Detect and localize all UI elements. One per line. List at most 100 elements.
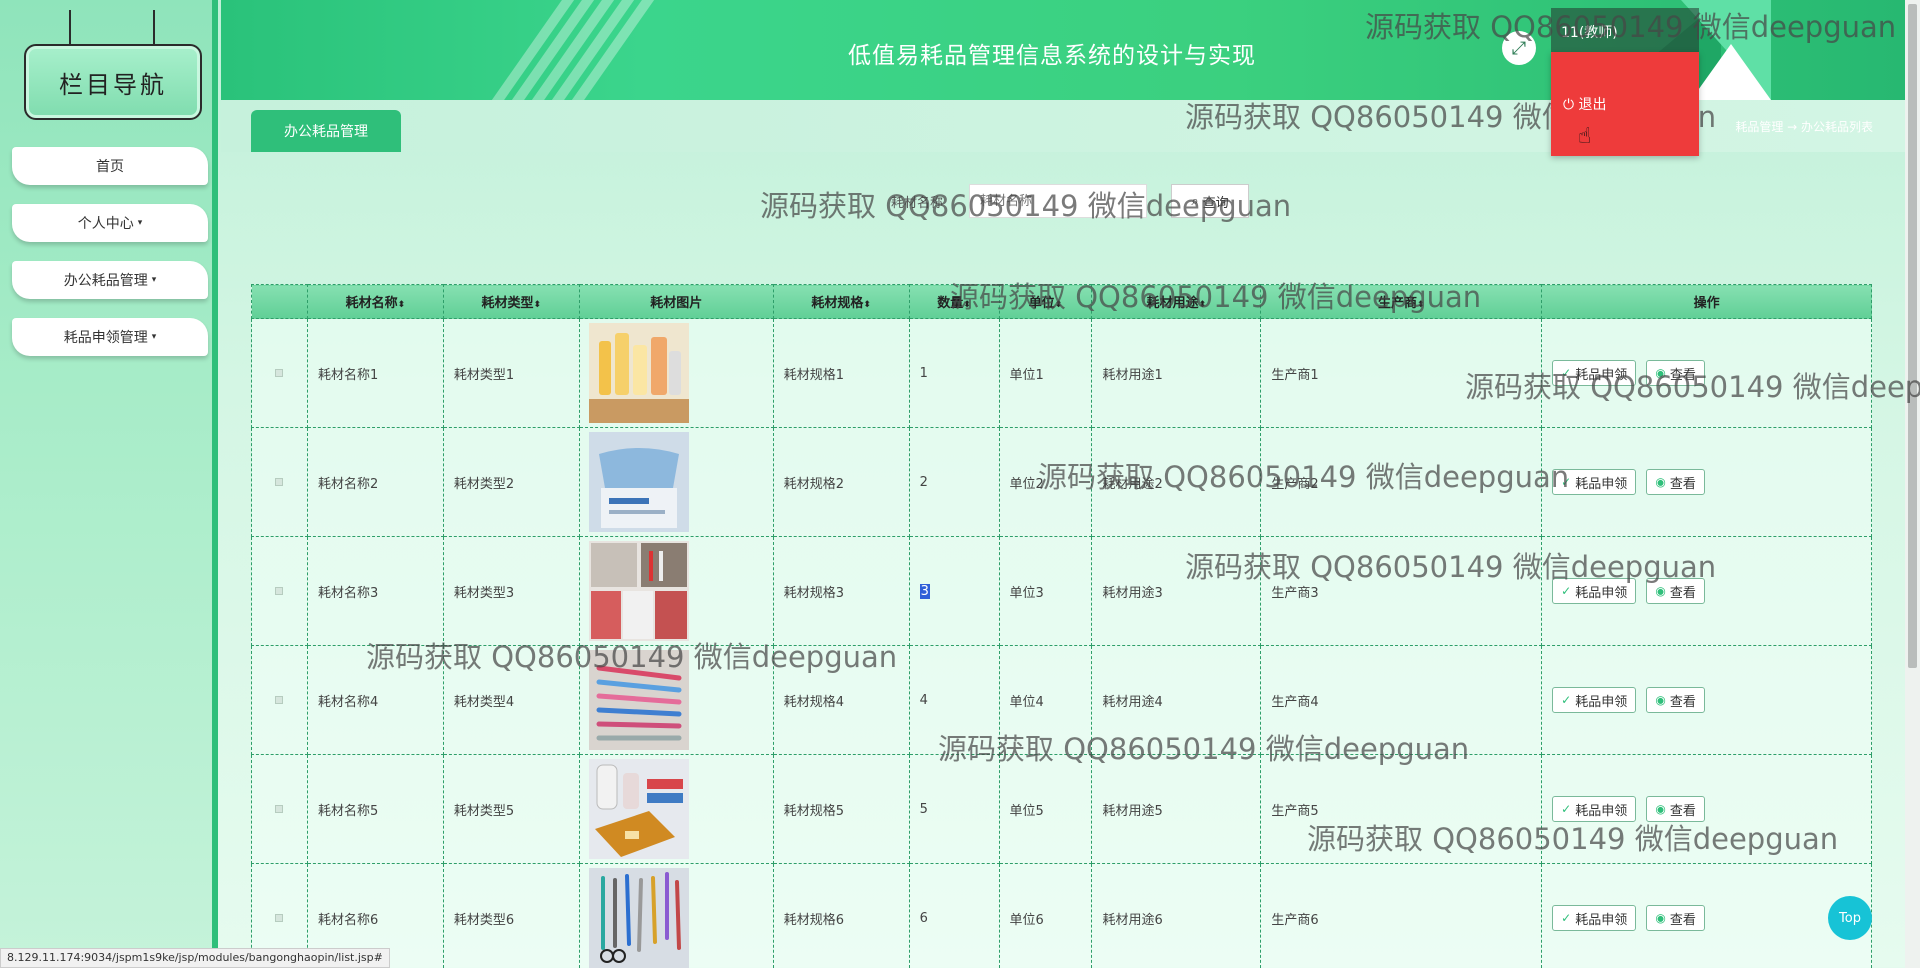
row-checkbox[interactable]	[275, 477, 284, 486]
supplies-table: 耗材名称⬍ 耗材类型⬍ 耗材图片 耗材规格⬍ 数量⬍ 单位⬍ 耗材用途⬍ 生产商…	[251, 284, 1872, 968]
quantity-value: 2	[919, 474, 928, 490]
check-circle-icon: ✓	[1561, 475, 1572, 489]
fullscreen-icon[interactable]: ⤢	[1502, 31, 1536, 65]
view-button[interactable]: ◉ 查看	[1646, 796, 1705, 822]
column-header-maker[interactable]: 生产商⬍	[1260, 284, 1543, 319]
sidebar-item-supply-requests[interactable]: 耗品申领管理 ▾	[12, 318, 208, 356]
check-circle-icon: ✓	[1561, 366, 1572, 380]
cell-image	[578, 427, 774, 537]
row-checkbox-cell[interactable]	[251, 645, 308, 755]
view-button-label: 查看	[1669, 585, 1696, 601]
apply-button[interactable]: ✓ 耗品申领	[1552, 905, 1637, 931]
user-info[interactable]: 11(教师)	[1551, 8, 1699, 52]
chevron-down-icon: ▾	[137, 218, 143, 228]
cell-qty: 1	[908, 318, 1000, 428]
check-circle-icon: ✓	[1561, 693, 1572, 707]
nav-board-rope	[69, 10, 71, 46]
cell-maker: 生产商3	[1260, 536, 1543, 646]
breadcrumb: 耗品管理 → 办公耗品列表	[1735, 120, 1873, 134]
cell-maker: 生产商2	[1260, 427, 1543, 537]
column-header-spec[interactable]: 耗材规格⬍	[772, 284, 910, 319]
apply-button[interactable]: ✓ 耗品申领	[1552, 360, 1637, 386]
quantity-value: 5	[919, 801, 928, 817]
view-button-label: 查看	[1669, 694, 1696, 710]
view-button[interactable]: ◉ 查看	[1646, 578, 1705, 604]
back-to-top-button[interactable]: Top	[1828, 896, 1872, 940]
check-circle-icon: ✓	[1561, 802, 1572, 816]
column-header-qty[interactable]: 数量⬍	[908, 284, 1000, 319]
scrollbar[interactable]	[1905, 0, 1920, 968]
cell-type: 耗材类型5	[442, 754, 580, 864]
sidebar-item-personal-center[interactable]: 个人中心 ▾	[12, 204, 208, 242]
quantity-value: 4	[919, 692, 928, 708]
search-button[interactable]: ⌕ 查询	[1171, 184, 1249, 218]
row-checkbox-cell[interactable]	[251, 754, 308, 864]
supply-image[interactable]	[588, 759, 773, 859]
row-checkbox-cell[interactable]	[251, 427, 308, 537]
column-header-unit[interactable]: 单位⬍	[998, 284, 1093, 319]
apply-button[interactable]: ✓ 耗品申领	[1552, 687, 1637, 713]
supply-image[interactable]	[588, 323, 773, 423]
cell-name: 耗材名称5	[306, 754, 444, 864]
scrollbar-thumb[interactable]	[1908, 4, 1917, 668]
cell-spec: 耗材规格5	[772, 754, 910, 864]
apply-button[interactable]: ✓ 耗品申领	[1552, 578, 1637, 604]
cell-image	[578, 863, 774, 968]
cell-type: 耗材类型4	[442, 645, 580, 755]
search-input[interactable]	[969, 184, 1147, 218]
tab-office-supplies[interactable]: 办公耗品管理	[251, 110, 401, 152]
cell-usage: 耗材用途2	[1091, 427, 1262, 537]
select-all-header[interactable]	[251, 284, 308, 319]
apply-button-label: 耗品申领	[1575, 367, 1628, 383]
quantity-value: 3	[919, 583, 930, 599]
row-checkbox[interactable]	[275, 804, 284, 813]
sidebar-item-home[interactable]: 首页	[12, 147, 208, 185]
view-button-label: 查看	[1669, 912, 1696, 928]
supply-image[interactable]	[588, 650, 773, 750]
column-header-type[interactable]: 耗材类型⬍	[442, 284, 580, 319]
row-checkbox[interactable]	[275, 695, 284, 704]
row-checkbox[interactable]	[275, 913, 284, 922]
cell-maker: 生产商1	[1260, 318, 1543, 428]
cell-maker: 生产商5	[1260, 754, 1543, 864]
apply-button[interactable]: ✓ 耗品申领	[1552, 796, 1637, 822]
row-checkbox-cell[interactable]	[251, 318, 308, 428]
search-label: 耗材名称	[891, 196, 944, 211]
view-button[interactable]: ◉ 查看	[1646, 469, 1705, 495]
row-checkbox-cell[interactable]	[251, 536, 308, 646]
view-button[interactable]: ◉ 查看	[1646, 905, 1705, 931]
quantity-value: 6	[919, 910, 928, 926]
row-checkbox[interactable]	[275, 368, 284, 377]
supply-image[interactable]	[588, 541, 773, 641]
view-button-label: 查看	[1669, 803, 1696, 819]
cell-unit: 单位5	[998, 754, 1093, 864]
supply-image[interactable]	[588, 868, 773, 968]
cell-image	[578, 318, 774, 428]
view-button[interactable]: ◉ 查看	[1646, 687, 1705, 713]
cell-unit: 单位1	[998, 318, 1093, 428]
supply-image[interactable]	[588, 432, 773, 532]
logout-link[interactable]: 退出	[1579, 97, 1607, 113]
view-button[interactable]: ◉ 查看	[1646, 360, 1705, 386]
row-checkbox[interactable]	[275, 586, 284, 595]
sidebar-title: 栏目导航	[24, 44, 202, 120]
cell-maker: 生产商4	[1260, 645, 1543, 755]
cell-name: 耗材名称4	[306, 645, 444, 755]
apply-button-label: 耗品申领	[1575, 476, 1628, 492]
cell-image	[578, 754, 774, 864]
table-row: 耗材名称1 耗材类型1 耗材规格1 1 单位1 耗材用途1 生产商1 ✓ 耗品申领…	[251, 318, 1872, 428]
cell-name: 耗材名称3	[306, 536, 444, 646]
sidebar-item-office-supplies[interactable]: 办公耗品管理 ▾	[12, 261, 208, 299]
cell-maker: 生产商6	[1260, 863, 1543, 968]
apply-button[interactable]: ✓ 耗品申领	[1552, 469, 1637, 495]
chevron-down-icon: ▾	[151, 332, 157, 342]
cell-name: 耗材名称2	[306, 427, 444, 537]
table-header-row: 耗材名称⬍ 耗材类型⬍ 耗材图片 耗材规格⬍ 数量⬍ 单位⬍ 耗材用途⬍ 生产商…	[251, 284, 1872, 319]
column-header-usage[interactable]: 耗材用途⬍	[1091, 284, 1262, 319]
check-circle-icon: ✓	[1561, 584, 1572, 598]
cell-actions: ✓ 耗品申领 ◉ 查看	[1541, 754, 1872, 864]
column-header-name[interactable]: 耗材名称⬍	[306, 284, 444, 319]
view-button-label: 查看	[1669, 476, 1696, 492]
apply-button-label: 耗品申领	[1575, 803, 1628, 819]
user-dropdown-menu: ⏻ 退出	[1551, 52, 1699, 156]
